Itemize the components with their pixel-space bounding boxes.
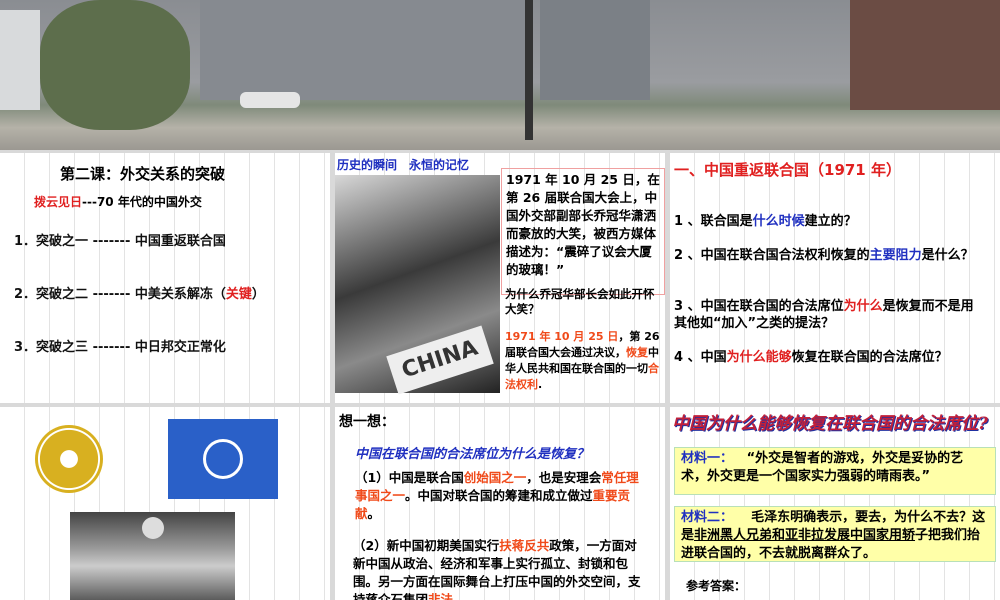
slide-materials: 中国为什么能够恢复在联合国的合法席位? 材料一： “外交是智者的游戏，外交是妥协… — [670, 407, 1000, 600]
general-assembly-photo — [70, 512, 235, 600]
think-question: 中国在联合国的合法席位为什么是恢复？ — [355, 447, 590, 462]
lesson-title: 第二课：外交关系的突破 — [60, 165, 226, 183]
un-emblem-icon — [35, 425, 103, 493]
materials-title: 中国为什么能够恢复在联合国的合法席位? — [672, 414, 988, 434]
question-1: 1 、联合国是什么时候建立的？ — [674, 214, 857, 229]
street-photo — [0, 0, 1000, 150]
outline-item: 2．突破之二 ------- 中美关系解冻（关键） — [14, 287, 265, 302]
slide-return-to-un: 一、中国重返联合国（1971 年） 1 、联合国是什么时候建立的？ 2 、中国在… — [670, 153, 1000, 403]
question-text: 为什么乔冠华部长会如此开怀大笑？ — [505, 287, 655, 316]
slide-lesson-outline: 第二课：外交关系的突破 拨云见日---70 年代的中国外交 1．突破之一 ---… — [0, 153, 330, 403]
answer-text: 1971 年 10 月 25 日，第 26 届联合国大会通过决议，恢复中华人民共… — [505, 330, 660, 391]
un-assembly-photo: CHINA — [335, 175, 500, 395]
outline-item: 1．突破之一 ------- 中国重返联合国 — [14, 234, 226, 249]
un-flag — [168, 419, 278, 499]
reason-1: （1）中国是联合国创始国之一，也是安理会常任理事国之一。中国对联合国的筹建和成立… — [355, 470, 639, 521]
slide-un-images — [0, 407, 330, 600]
question-2: 2 、中国在联合国合法权利恢复的主要阻力是什么？ — [674, 248, 974, 263]
china-nameplate: CHINA — [386, 325, 494, 395]
material-1: 材料一： “外交是智者的游戏，外交是妥协的艺术，外交更是一个国家实力强弱的晴雨表… — [674, 447, 996, 495]
slide-header: 历史的瞬间 永恒的记忆 — [337, 158, 470, 172]
answer-label: 参考答案： — [686, 579, 747, 593]
quote-box: 1971 年 10 月 25 日，在第 26 届联合国大会上，中国外交部副部长乔… — [501, 168, 665, 295]
material-2: 材料二： 毛泽东明确表示，要去，为什么不去？这是非洲黑人兄弟和亚非拉发展中国家用… — [674, 506, 996, 562]
think-title: 想一想： — [339, 414, 395, 430]
reason-2: （2）新中国初期美国实行扶蒋反共政策，一方面对新中国从政治、经济和军事上实行孤立… — [353, 538, 641, 600]
slide-history-moment: 历史的瞬间 永恒的记忆 CHINA 1971 年 10 月 25 日，在第 26… — [335, 153, 665, 403]
lesson-subtitle: 拨云见日---70 年代的中国外交 — [34, 195, 202, 209]
section-title: 一、中国重返联合国（1971 年） — [674, 161, 901, 179]
question-4: 4 、中国为什么能够恢复在联合国的合法席位？ — [674, 350, 948, 365]
slide-think: 想一想： 中国在联合国的合法席位为什么是恢复？ （1）中国是联合国创始国之一，也… — [335, 407, 665, 600]
question-3: 3 、中国在联合国的合法席位为什么是恢复而不是用其他如“加入”之类的提法？ — [674, 299, 974, 331]
outline-item: 3．突破之三 ------- 中日邦交正常化 — [14, 340, 226, 355]
